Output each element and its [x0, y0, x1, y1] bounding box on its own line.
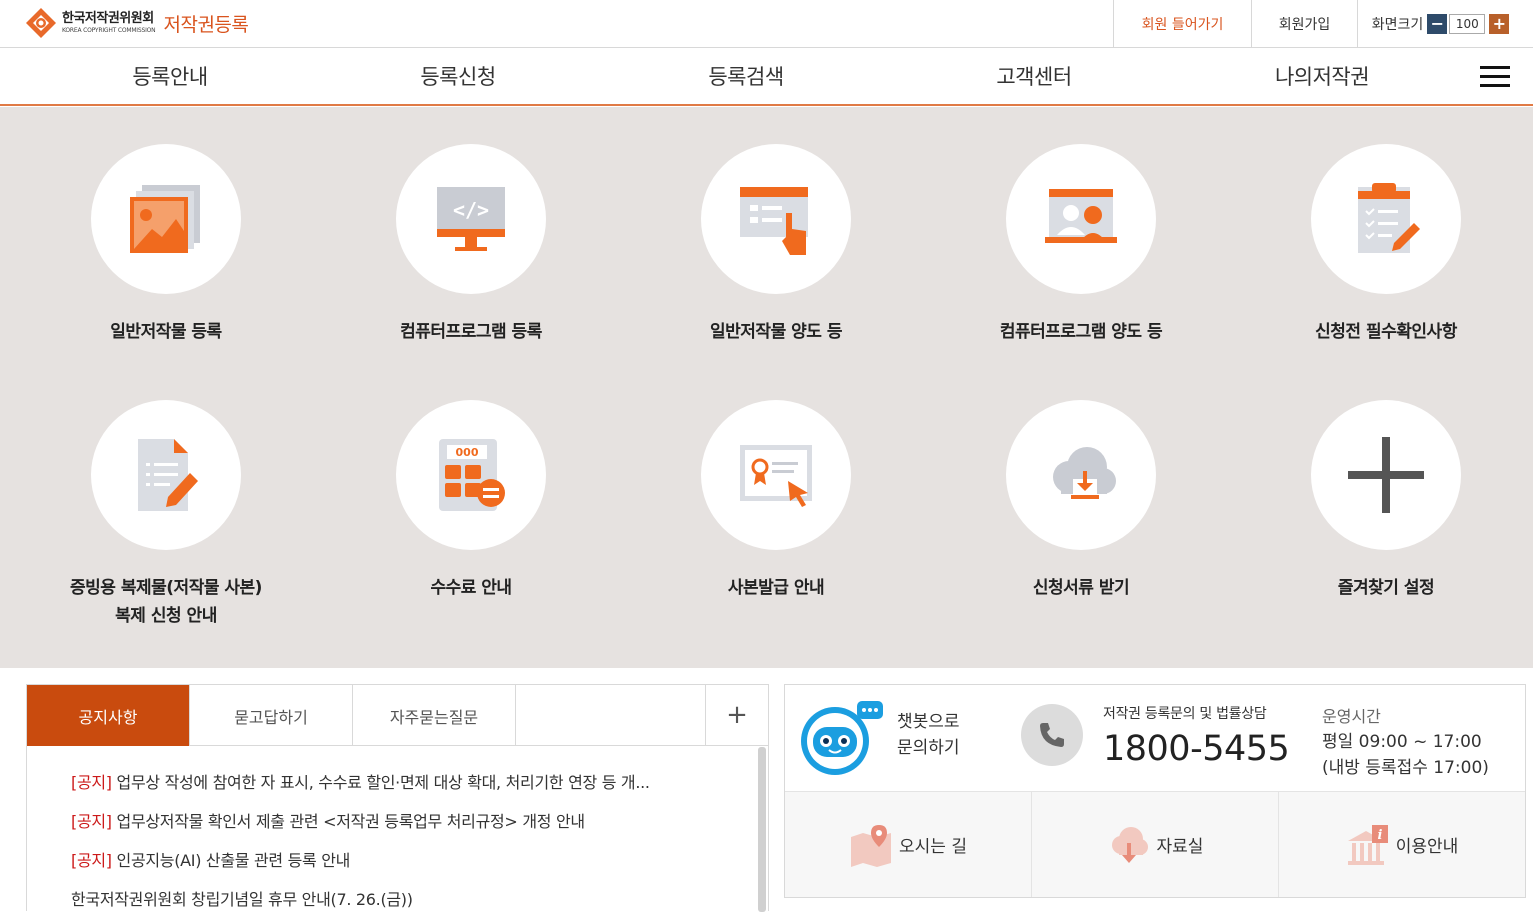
archive-label: 자료실 — [1156, 837, 1204, 857]
logo-english: KOREA COPYRIGHT COMMISSION — [62, 27, 156, 34]
list-item[interactable]: [공지] 업무상저작물 확인서 제출 관련 <저작권 등록업무 처리규정> 개정… — [71, 807, 721, 846]
login-link[interactable]: 회원 들어가기 — [1113, 0, 1251, 47]
cloud-download-icon — [1111, 826, 1148, 863]
info-building-icon: i — [1347, 824, 1388, 865]
tile-pre-application-checklist[interactable]: 신청전 필수확인사항 — [1246, 144, 1526, 346]
more-button[interactable]: + — [706, 685, 768, 745]
zoom-control: 화면크기 − 100 + — [1357, 0, 1523, 47]
calculator-icon: 000 — [439, 439, 505, 511]
notice-board: 공지사항 묻고답하기 자주묻는질문 + [공지] 업무상 작성에 참여한 자 표… — [26, 684, 769, 912]
tile-label: 신청전 필수확인사항 — [1315, 322, 1457, 342]
chatbot-icon[interactable] — [799, 699, 885, 777]
list-item[interactable]: [공지] 인공지능(AI) 산출물 관련 등록 안내 — [71, 846, 721, 885]
document-pen-icon — [138, 439, 198, 511]
directions-link[interactable]: 오시는 길 — [785, 792, 1032, 897]
tile-label-line1: 증빙용 복제물(저작물 사본) — [70, 578, 262, 598]
chatbot-line2: 문의하기 — [897, 738, 960, 758]
tile-evidence-copy-guide[interactable]: 증빙용 복제물(저작물 사본) 복제 신청 안내 — [26, 400, 306, 630]
tile-general-work-transfer[interactable]: 일반저작물 양도 등 — [636, 144, 916, 346]
tab-spacer — [516, 685, 706, 745]
zoom-out-button[interactable]: − — [1427, 13, 1448, 34]
chatbot-link[interactable]: 챗봇으로 문의하기 — [897, 709, 960, 761]
image-gallery-icon — [130, 185, 200, 253]
tile-label: 컴퓨터프로그램 등록 — [400, 322, 542, 342]
phone-number: 1800-5455 — [1103, 729, 1290, 769]
tile-general-work-registration[interactable]: 일반저작물 등록 — [26, 144, 306, 346]
logo[interactable]: 한국저작권위원회 KOREA COPYRIGHT COMMISSION 저작권등… — [24, 6, 249, 40]
tile-label: 일반저작물 등록 — [110, 322, 222, 342]
scrollbar[interactable] — [758, 747, 766, 912]
tile-label: 컴퓨터프로그램 양도 등 — [999, 322, 1163, 342]
tile-label: 수수료 안내 — [430, 578, 512, 598]
zoom-value: 100 — [1449, 13, 1486, 34]
join-link[interactable]: 회원가입 — [1251, 0, 1357, 47]
zoom-label: 화면크기 — [1371, 16, 1424, 33]
checklist-icon — [1358, 183, 1420, 253]
svg-text:i: i — [1377, 828, 1382, 843]
user-card-icon — [1045, 189, 1117, 243]
phone-icon — [1021, 704, 1083, 766]
archive-link[interactable]: 자료실 — [1032, 792, 1279, 897]
logo-korean: 한국저작권위원회 — [62, 11, 154, 26]
chatbot-line1: 챗봇으로 — [897, 712, 960, 732]
usage-guide-label: 이용안내 — [1395, 837, 1459, 857]
map-pin-icon — [851, 824, 892, 867]
hours-weekday: 평일 09:00 ~ 17:00 — [1322, 732, 1482, 752]
tile-copy-issuance-guide[interactable]: 사본발급 안내 — [636, 400, 916, 602]
tab-notices[interactable]: 공지사항 — [27, 685, 190, 746]
cloud-download-icon — [1053, 447, 1116, 499]
copyright-logo-icon — [26, 8, 56, 38]
tile-label: 일반저작물 양도 등 — [710, 322, 842, 342]
menu-icon[interactable] — [1480, 66, 1510, 88]
tab-qna[interactable]: 묻고답하기 — [190, 685, 353, 746]
tile-label: 신청서류 받기 — [1032, 578, 1130, 598]
tile-label: 즐겨찾기 설정 — [1337, 578, 1435, 598]
code-monitor-icon: </> — [437, 187, 505, 251]
tile-fee-guide[interactable]: 000 수수료 안내 — [331, 400, 611, 602]
certificate-icon — [740, 445, 812, 507]
service-grid: 일반저작물 등록 </> 컴퓨터프로그램 등록 일반저작물 양도 등 컴퓨터프로… — [0, 107, 1533, 668]
tile-computer-program-registration[interactable]: </> 컴퓨터프로그램 등록 — [331, 144, 611, 346]
nav-registration-apply[interactable]: 등록신청 — [358, 48, 558, 104]
nav-registration-guide[interactable]: 등록안내 — [70, 48, 270, 104]
document-hand-icon — [740, 187, 808, 255]
nav-customer-center[interactable]: 고객센터 — [934, 48, 1134, 104]
tab-faq[interactable]: 자주묻는질문 — [353, 685, 516, 746]
phone-label: 저작권 등록문의 및 법률상담 — [1103, 706, 1267, 722]
top-bar: 한국저작권위원회 KOREA COPYRIGHT COMMISSION 저작권등… — [0, 0, 1533, 48]
hours-visit: (내방 등록접수 17:00) — [1322, 758, 1489, 778]
plus-icon — [1348, 437, 1424, 513]
tile-label-line2: 복제 신청 안내 — [115, 606, 217, 626]
hours-title: 운영시간 — [1322, 707, 1381, 726]
list-item[interactable]: [공지] 업무상 작성에 참여한 자 표시, 수수료 할인·면제 대상 확대, … — [71, 768, 721, 807]
svg-text:</>: </> — [453, 198, 489, 222]
nav-my-copyright[interactable]: 나의저작권 — [1222, 48, 1422, 104]
contact-panel: 챗봇으로 문의하기 저작권 등록문의 및 법률상담 1800-5455 운영시간… — [784, 684, 1526, 898]
svg-text:000: 000 — [456, 446, 479, 459]
tile-label: 증빙용 복제물(저작물 사본) 복제 신청 안내 — [26, 574, 306, 630]
nav-registration-search[interactable]: 등록검색 — [646, 48, 846, 104]
tile-favorites-setting[interactable]: 즐겨찾기 설정 — [1246, 400, 1526, 602]
site-title: 저작권등록 — [163, 13, 249, 36]
list-item[interactable]: 한국저작권위원회 창립기념일 휴무 안내(7. 26.(금)) — [71, 885, 721, 924]
tile-computer-program-transfer[interactable]: 컴퓨터프로그램 양도 등 — [941, 144, 1221, 346]
tile-label: 사본발급 안내 — [727, 578, 825, 598]
directions-label: 오시는 길 — [899, 837, 967, 857]
main-nav: 등록안내 등록신청 등록검색 고객센터 나의저작권 — [0, 48, 1533, 106]
tile-application-documents-download[interactable]: 신청서류 받기 — [941, 400, 1221, 602]
zoom-in-button[interactable]: + — [1489, 13, 1510, 34]
usage-guide-link[interactable]: i 이용안내 — [1279, 792, 1525, 897]
